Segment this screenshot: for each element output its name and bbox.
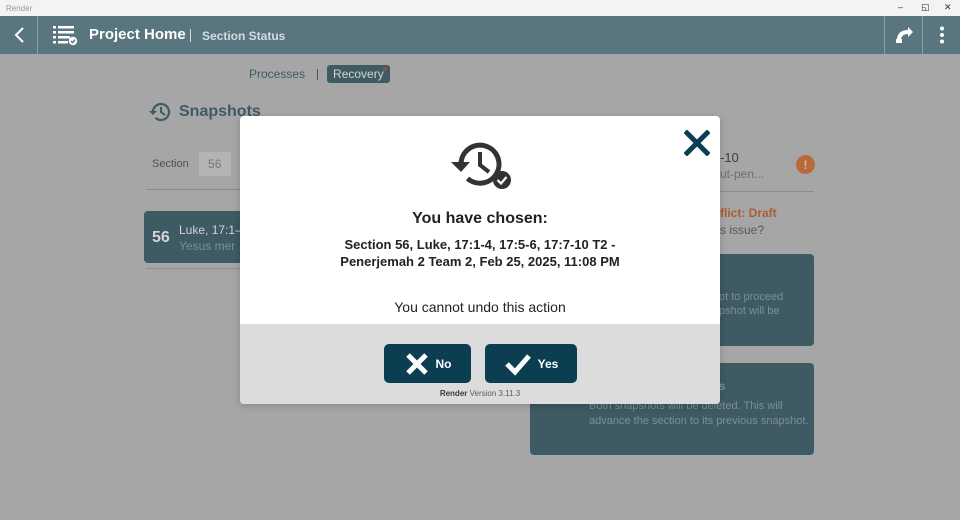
minimize-button[interactable]: – (898, 2, 903, 12)
section-value[interactable]: 56 (198, 152, 231, 176)
close-window-button[interactable]: ✕ (944, 2, 952, 13)
back-button[interactable] (0, 16, 38, 54)
tab-recovery[interactable]: Recovery (327, 65, 390, 83)
tab-bar: Processes Recovery (249, 65, 390, 83)
tab-recovery-label: Recovery (333, 67, 384, 81)
issue-question: s issue? (720, 223, 765, 237)
snapshot-reference: Luke, 17:1-4 (179, 223, 240, 237)
option-description: ot to proceed pshot will be (719, 290, 783, 318)
snapshot-card[interactable]: 56 Luke, 17:1-4 Yesus mer (144, 211, 240, 263)
yes-button-label: Yes (537, 356, 559, 371)
divider (146, 189, 240, 190)
conflict-reference: -10 (720, 150, 739, 165)
divider (720, 191, 814, 192)
page-title: Project Home (89, 26, 186, 43)
dialog-detail: Section 56, Luke, 17:1-4, 17:5-6, 17:7-1… (340, 237, 620, 269)
divider (146, 268, 240, 269)
more-options-button[interactable] (922, 16, 960, 54)
dialog-heading: You have chosen: (412, 210, 548, 227)
restore-button[interactable]: ◱ (921, 2, 930, 13)
dialog-footer: No Yes Render Version 3.11.3 (240, 324, 720, 404)
app-name: Render (439, 389, 468, 398)
chevron-left-icon (14, 27, 24, 43)
dialog-warning: You cannot undo this action (394, 299, 566, 315)
conflict-subtitle: ut-pen... (720, 167, 765, 181)
section-label: Section (152, 158, 189, 170)
close-dialog-button[interactable] (682, 128, 712, 158)
page-subtitle: Section Status (202, 29, 286, 43)
notification-dot (382, 67, 387, 71)
no-button[interactable]: No (384, 344, 471, 383)
sync-button[interactable] (884, 16, 922, 54)
confirm-dialog: You have chosen: Section 56, Luke, 17:1-… (240, 116, 720, 404)
snapshot-history-icon (448, 138, 512, 199)
project-menu-icon[interactable] (52, 24, 78, 51)
snapshot-section-number: 56 (152, 229, 170, 246)
more-vertical-icon (939, 26, 944, 44)
x-icon (405, 352, 428, 375)
window-titlebar: Render – ◱ ✕ (0, 0, 960, 16)
version-info: Render Version 3.11.3 (240, 389, 720, 398)
yes-button[interactable]: Yes (485, 344, 577, 383)
warning-icon: ! (796, 155, 815, 174)
title-divider (190, 29, 191, 42)
history-icon (149, 102, 171, 122)
section-filter: Section 56 (152, 152, 231, 176)
app-bar: Project Home Section Status (0, 16, 960, 54)
option-line: ot to proceed (719, 291, 784, 303)
version-label: Version 3.11.3 (469, 389, 521, 398)
option-heading: s (719, 379, 726, 393)
conflict-label: flict: Draft (720, 206, 777, 220)
sync-icon (895, 27, 913, 43)
tab-divider (317, 68, 319, 80)
checkmark-icon (504, 353, 531, 376)
tab-processes[interactable]: Processes (249, 67, 305, 81)
no-button-label: No (435, 356, 452, 371)
window-title: Render (6, 4, 33, 13)
option-line: pshot will be (719, 305, 780, 317)
snapshot-subtitle: Yesus mer (179, 239, 236, 253)
close-icon (684, 130, 710, 156)
